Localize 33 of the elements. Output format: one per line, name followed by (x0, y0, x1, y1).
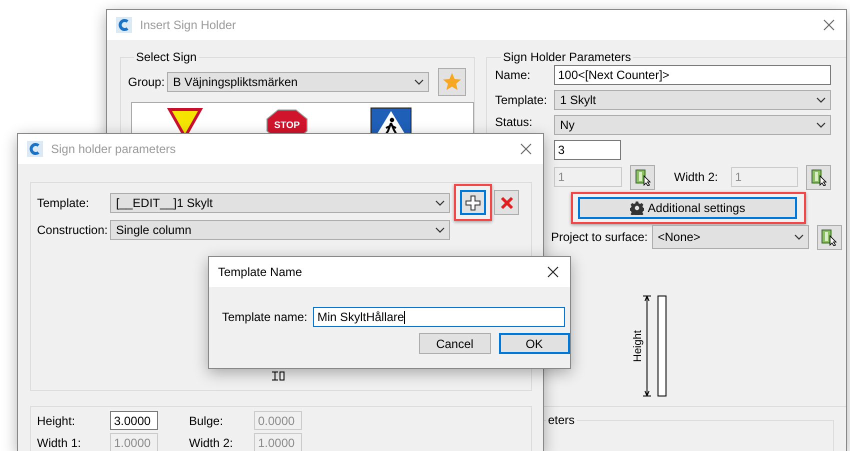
ok-button[interactable]: OK (498, 333, 570, 354)
field-label: Height: (37, 414, 76, 428)
dropdown[interactable]: Single column (110, 220, 450, 240)
field-label: Template: (495, 93, 548, 107)
field-label: Template: (37, 196, 90, 210)
field-label: Group: (128, 75, 166, 89)
group-title: Sign Holder Parameters (502, 50, 632, 64)
dropdown[interactable]: Ny (554, 115, 831, 135)
field-label: Width 2: (674, 170, 720, 184)
dropdown[interactable]: B Väjningspliktsmärken (167, 72, 429, 92)
field-label: Bulge: (189, 414, 224, 428)
input-field[interactable]: 3 (554, 140, 621, 160)
group-title: Select Sign (135, 50, 198, 64)
dropdown[interactable]: <None> (652, 225, 809, 249)
window-title: Sign holder parameters (51, 142, 177, 156)
window-title: Template Name (218, 265, 304, 279)
dropdown[interactable]: 1 Skylt (554, 90, 831, 110)
additional-settings-button[interactable]: Additional settings (578, 197, 797, 219)
input-field[interactable]: Min SkyltHållare (313, 307, 566, 327)
cancel-button[interactable]: Cancel (419, 333, 490, 354)
field-label: Template name: (222, 310, 308, 324)
field-label: Status: (495, 115, 534, 129)
field-label: Project to surface: (551, 230, 648, 244)
window-title: Insert Sign Holder (140, 18, 238, 32)
dimension-label: Height (632, 330, 644, 362)
field-label: Construction: (37, 223, 109, 237)
input-field[interactable]: 100<[Next Counter]> (554, 65, 831, 85)
field-label: Width 1: (37, 436, 82, 450)
field-label: Name: (495, 68, 532, 82)
input-field[interactable]: 3.0000 (110, 411, 158, 430)
group-title: eters (547, 413, 576, 427)
dropdown[interactable]: [__EDIT__]1 Skylt (110, 192, 450, 212)
field-label: Width 2: (189, 436, 234, 450)
